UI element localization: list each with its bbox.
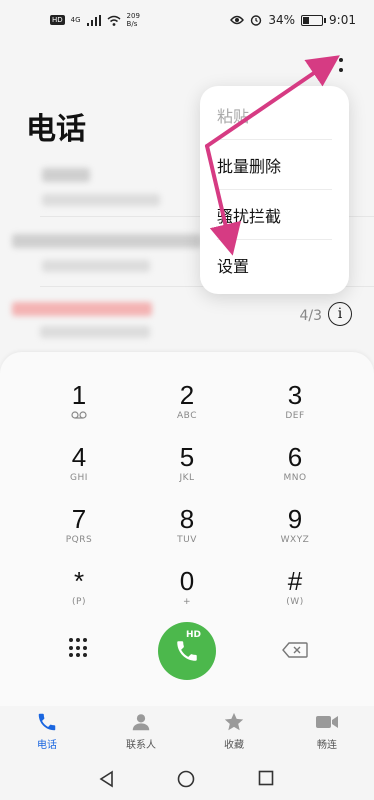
key-digit: 0 <box>179 566 195 596</box>
key-letters: MNO <box>283 473 307 483</box>
nav-label: 电话 <box>37 740 57 751</box>
nav-item-meetime[interactable]: 畅连 <box>292 710 362 751</box>
menu-item-paste: 粘贴 <box>217 107 250 126</box>
battery-icon <box>301 14 327 26</box>
key-letters: DEF <box>285 411 305 421</box>
key-letters: JKL <box>179 473 195 483</box>
key-digit: 6 <box>287 442 303 472</box>
nav-item-favorites[interactable]: 收藏 <box>199 710 269 751</box>
call-hd-badge: HD <box>186 630 202 640</box>
voicemail-icon <box>39 410 119 424</box>
blurred-detail <box>40 326 150 338</box>
key-digit: 2 <box>179 380 195 410</box>
status-bar: HD 4G 209 B/s 34% 9:01 <box>0 0 374 40</box>
dot <box>339 58 343 62</box>
key-0[interactable]: 0 + <box>147 566 227 620</box>
menu-item-harassment-block[interactable]: 骚扰拦截 <box>217 190 332 240</box>
status-left: HD 4G 209 B/s <box>50 12 140 28</box>
bottom-nav: 电话 联系人 收藏 畅连 <box>0 706 374 758</box>
phone-icon <box>38 713 56 731</box>
home-icon[interactable] <box>177 770 195 788</box>
key-digit: 3 <box>287 380 303 410</box>
nav-label: 畅连 <box>317 740 337 751</box>
key-letters: WXYZ <box>280 535 310 545</box>
key-4[interactable]: 4 GHI <box>39 442 119 496</box>
key-letters: (W) <box>286 597 304 607</box>
key-letters: (P) <box>72 597 86 607</box>
key-letters: PQRS <box>65 535 93 545</box>
key-2[interactable]: 2 ABC <box>147 380 227 434</box>
blurred-detail <box>42 260 150 272</box>
net-speed-unit: B/s <box>126 20 138 28</box>
menu-item-settings[interactable]: 设置 <box>217 240 332 290</box>
key-letters: GHI <box>70 473 88 483</box>
battery-percent: 34% <box>268 13 296 27</box>
key-3[interactable]: 3 DEF <box>255 380 335 434</box>
blurred-detail <box>42 194 160 206</box>
net-speed: 209 B/s <box>127 12 140 28</box>
overflow-menu: 粘贴 批量删除 骚扰拦截 设置 <box>200 86 349 294</box>
battery-fill <box>303 16 309 24</box>
page-title: 电话 <box>26 112 86 147</box>
clock: 9:01 <box>329 13 356 27</box>
dot <box>339 68 343 72</box>
blurred-name <box>42 168 90 182</box>
person-icon <box>132 714 150 731</box>
dot <box>327 58 331 62</box>
dialpad: 1 2 ABC 3 DEF 4 GHI 5 JKL 6 MNO 7 PQRS 8… <box>0 352 374 706</box>
back-icon[interactable] <box>98 770 116 788</box>
key-star[interactable]: * (P) <box>39 566 119 620</box>
key-digit: 1 <box>71 380 87 410</box>
key-digit: 4 <box>71 442 87 472</box>
dot <box>327 68 331 72</box>
nav-label: 收藏 <box>224 740 244 751</box>
key-8[interactable]: 8 TUV <box>147 504 227 558</box>
call-date: 4/3 <box>299 308 322 324</box>
key-7[interactable]: 7 PQRS <box>39 504 119 558</box>
key-6[interactable]: 6 MNO <box>255 442 335 496</box>
signal-icon <box>86 14 101 26</box>
key-digit: 7 <box>71 504 87 534</box>
status-right: 34% 9:01 <box>230 13 356 27</box>
star-icon <box>224 712 244 731</box>
key-digit: # <box>287 566 303 596</box>
backspace-icon[interactable] <box>282 642 308 658</box>
signal-4g-label: 4G <box>70 16 81 24</box>
hd-badge: HD <box>50 15 65 25</box>
video-icon <box>316 716 338 728</box>
nav-label: 联系人 <box>126 740 156 751</box>
blurred-name <box>12 302 152 316</box>
system-navigation-bar <box>0 758 374 800</box>
blurred-name <box>12 234 202 248</box>
key-letters: ABC <box>177 411 197 421</box>
eye-icon <box>230 15 245 25</box>
nav-item-contacts[interactable]: 联系人 <box>106 710 176 751</box>
info-icon[interactable]: i <box>328 302 352 326</box>
key-digit: * <box>73 566 85 596</box>
key-1[interactable]: 1 <box>39 380 119 434</box>
call-button[interactable]: HD <box>158 622 216 680</box>
more-options-button[interactable] <box>318 52 352 78</box>
recents-icon[interactable] <box>258 770 274 786</box>
key-digit: 9 <box>287 504 303 534</box>
key-letters: + <box>182 597 192 607</box>
alarm-icon <box>251 15 262 26</box>
net-speed-value: 209 <box>126 12 140 20</box>
dialpad-toggle-icon[interactable] <box>69 638 89 658</box>
key-5[interactable]: 5 JKL <box>147 442 227 496</box>
phone-icon <box>177 641 197 661</box>
key-hash[interactable]: # (W) <box>255 566 335 620</box>
key-digit: 8 <box>179 504 195 534</box>
nav-item-phone[interactable]: 电话 <box>12 710 82 751</box>
key-letters: TUV <box>177 535 197 545</box>
key-9[interactable]: 9 WXYZ <box>255 504 335 558</box>
menu-item-batch-delete[interactable]: 批量删除 <box>217 140 332 190</box>
key-digit: 5 <box>179 442 195 472</box>
wifi-icon <box>107 15 121 26</box>
